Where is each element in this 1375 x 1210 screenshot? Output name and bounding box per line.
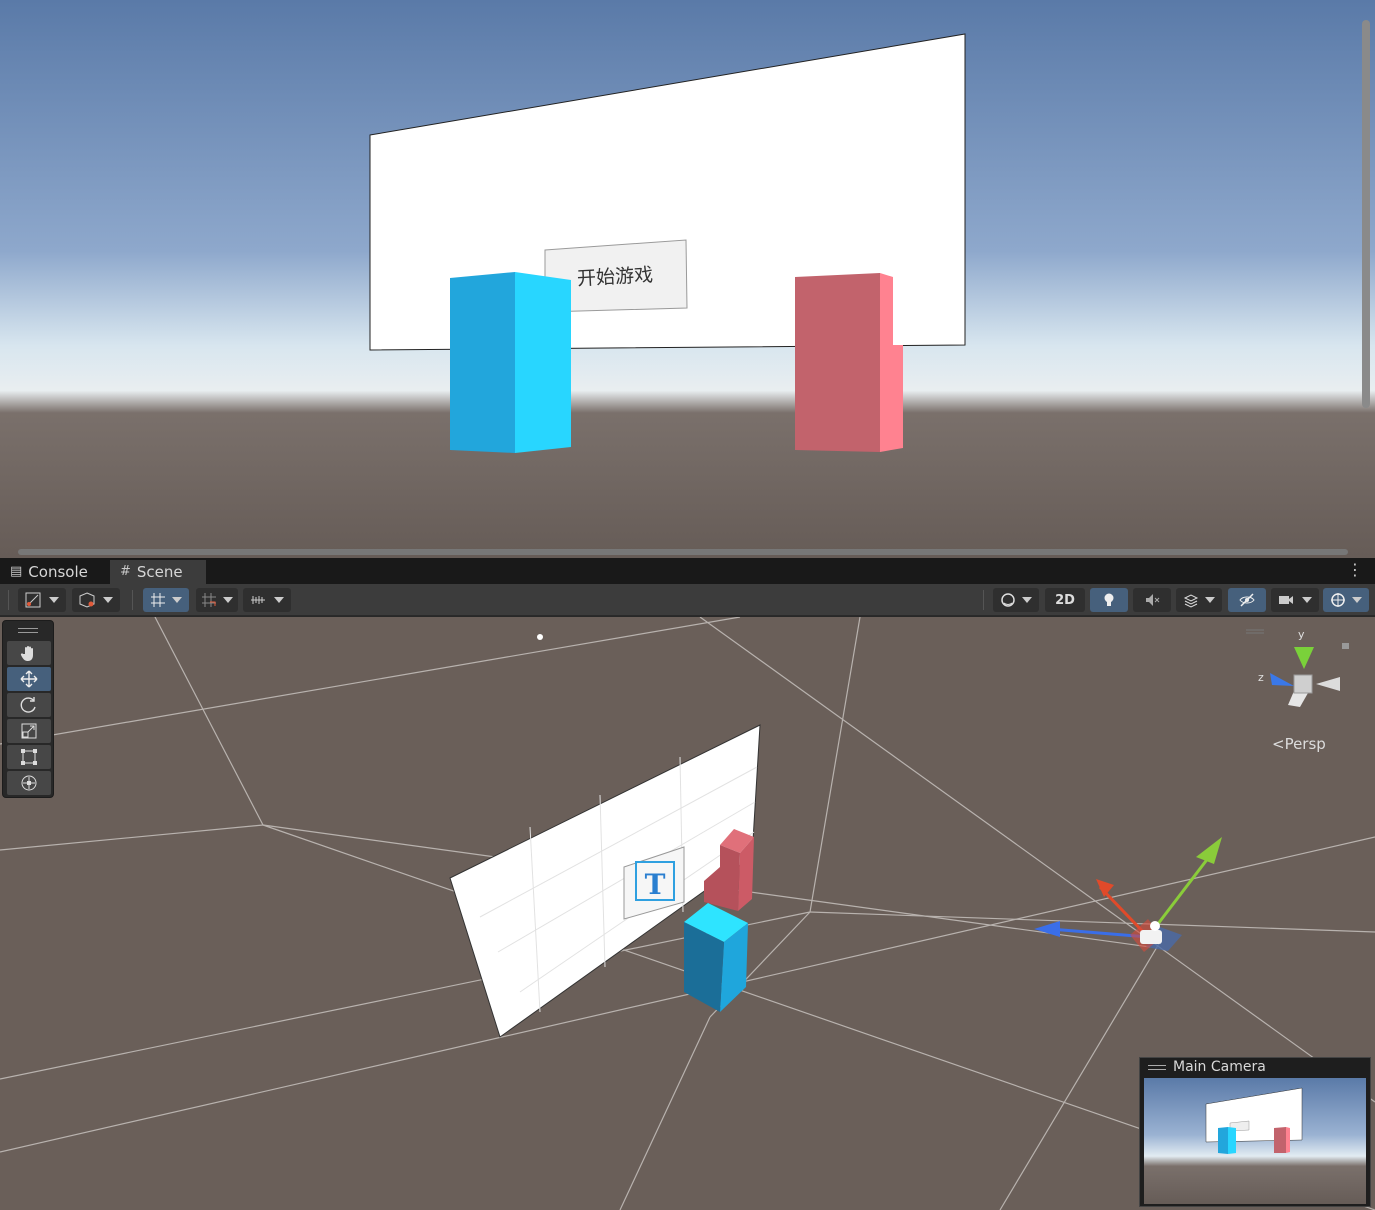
camera-preview-title: Main Camera (1173, 1059, 1266, 1075)
toggle-2d-button[interactable]: 2D (1045, 588, 1085, 612)
tool-palette (2, 620, 54, 798)
chevron-down-icon (172, 597, 182, 603)
render-mode-dropdown[interactable] (72, 588, 120, 612)
chevron-down-icon (1352, 597, 1362, 603)
camera-icon (1140, 930, 1162, 944)
drag-handle-icon[interactable] (18, 628, 38, 633)
grid-snapping-toggle[interactable] (143, 588, 189, 612)
transform-icon (21, 775, 37, 791)
toolbar-separator (983, 590, 984, 610)
hidden-objects-toggle[interactable] (1228, 588, 1266, 612)
move-tool-button[interactable] (7, 667, 51, 691)
directional-light-icon[interactable] (537, 634, 543, 640)
y-axis-label: y (1298, 628, 1305, 641)
camera-preview-render (1144, 1078, 1366, 1204)
chevron-down-icon (274, 597, 284, 603)
scene-visibility-dropdown[interactable] (993, 588, 1039, 612)
increment-snapping-toggle[interactable] (196, 588, 238, 612)
rect-transform-icon (21, 749, 37, 765)
rect-tool-button[interactable] (7, 745, 51, 769)
cube-icon (79, 592, 95, 608)
z-axis-label: z (1258, 671, 1264, 684)
grid-icon (151, 593, 165, 607)
layers-icon (1183, 594, 1199, 608)
y-axis-cone (1294, 647, 1314, 669)
lock-icon (1342, 643, 1349, 649)
start-game-label[interactable]: 开始游戏 (559, 259, 670, 292)
scene-view[interactable]: T y z <Persp Main Camera (0, 617, 1375, 1210)
blue-cube-front[interactable] (450, 272, 515, 453)
sphere-icon (1001, 593, 1015, 607)
lighting-toggle[interactable] (1090, 588, 1128, 612)
chevron-down-icon (1302, 597, 1312, 603)
toolbar-separator (132, 590, 133, 610)
x-axis-cone (1316, 677, 1340, 691)
camera-preview-overlay[interactable]: Main Camera (1139, 1057, 1371, 1207)
ruler-icon (251, 596, 265, 604)
snap-grid-icon (202, 593, 216, 607)
z-axis-cone (1270, 673, 1294, 686)
lightbulb-icon (1104, 593, 1114, 606)
shaded-mode-icon (25, 592, 41, 608)
chevron-down-icon (49, 597, 59, 603)
projection-toggle[interactable]: <Persp (1272, 735, 1326, 753)
game-view[interactable]: 开始游戏 (0, 0, 1375, 558)
video-camera-icon (1279, 596, 1293, 604)
blue-cube-side[interactable] (515, 272, 571, 453)
panel-tab-bar: ▤ Console # Scene ⋮ (0, 558, 1375, 584)
speaker-muted-icon (1146, 594, 1160, 606)
scene-grid-icon: # (120, 564, 131, 579)
red-cube-front[interactable] (795, 273, 880, 452)
hand-icon (20, 646, 33, 661)
tab-console-label: Console (28, 563, 88, 581)
game-render (0, 0, 1375, 558)
transform-tool-button[interactable] (7, 771, 51, 795)
effects-dropdown[interactable] (1176, 588, 1222, 612)
chevron-down-icon (223, 597, 233, 603)
draw-mode-dropdown[interactable] (18, 588, 66, 612)
hand-tool-button[interactable] (7, 641, 51, 665)
chevron-down-icon (1205, 597, 1215, 603)
console-icon: ▤ (10, 564, 23, 579)
rotate-icon (20, 697, 36, 713)
tab-console[interactable]: ▤ Console (0, 560, 98, 584)
gizmo-icon (1331, 593, 1345, 607)
tab-scene[interactable]: # Scene (110, 560, 206, 584)
scene-toolbar: 2D (0, 584, 1375, 616)
audio-toggle[interactable] (1133, 588, 1171, 612)
chevron-down-icon (1022, 597, 1032, 603)
gizmos-dropdown[interactable] (1323, 588, 1369, 612)
scene-camera-dropdown[interactable] (1271, 588, 1319, 612)
rotate-tool-button[interactable] (7, 693, 51, 717)
toolbar-separator (8, 590, 9, 610)
move-arrows-icon (20, 670, 38, 688)
chevron-down-icon (103, 597, 113, 603)
eye-hidden-icon (1239, 593, 1255, 607)
scale-icon (21, 723, 37, 739)
orientation-gizmo[interactable] (1230, 625, 1360, 720)
horizontal-scrollbar[interactable] (18, 549, 1348, 555)
blue-cube[interactable] (684, 903, 748, 1012)
vertical-scrollbar[interactable] (1362, 20, 1370, 408)
tab-scene-label: Scene (136, 563, 183, 581)
scale-tool-button[interactable] (7, 719, 51, 743)
svg-text:T: T (645, 868, 666, 901)
drag-handle-icon[interactable] (1148, 1065, 1166, 1070)
more-options-icon[interactable]: ⋮ (1347, 562, 1363, 578)
ruler-dropdown[interactable] (243, 588, 291, 612)
